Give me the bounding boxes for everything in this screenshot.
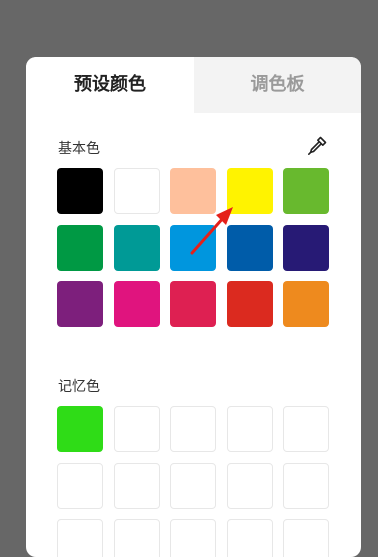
basic-color-swatch[interactable]	[57, 224, 103, 271]
memory-color-swatch-empty[interactable]	[170, 406, 216, 452]
eyedropper-icon	[308, 136, 327, 155]
basic-color-swatch[interactable]	[283, 281, 329, 327]
basic-color-swatch[interactable]	[57, 168, 103, 214]
memory-color-swatch-empty[interactable]	[170, 519, 216, 557]
basic-color-swatch[interactable]	[170, 168, 216, 214]
eyedropper-button[interactable]	[306, 135, 328, 157]
basic-color-swatch[interactable]	[113, 281, 160, 327]
tab-preset-colors[interactable]: 预设颜色	[26, 57, 194, 113]
memory-color-swatch-empty[interactable]	[113, 519, 160, 557]
basic-color-swatch[interactable]	[57, 281, 103, 327]
basic-color-swatch[interactable]	[170, 224, 216, 271]
basic-color-swatch[interactable]	[226, 168, 273, 214]
memory-color-swatch-empty[interactable]	[283, 406, 329, 452]
basic-color-swatch[interactable]	[113, 224, 160, 271]
memory-color-swatch-empty[interactable]	[57, 519, 103, 557]
basic-color-swatch[interactable]	[226, 281, 273, 327]
memory-color-swatch-empty[interactable]	[170, 462, 216, 509]
memory-color-swatch-empty[interactable]	[226, 462, 273, 509]
basic-color-swatch[interactable]	[226, 224, 273, 271]
memory-color-swatch-empty[interactable]	[113, 462, 160, 509]
memory-color-swatch[interactable]	[57, 406, 103, 452]
basic-color-swatch[interactable]	[113, 168, 160, 214]
basic-color-swatch[interactable]	[283, 168, 329, 214]
memory-colors-label: 记忆色	[58, 379, 100, 395]
basic-color-swatch[interactable]	[283, 224, 329, 271]
memory-color-swatch-empty[interactable]	[226, 519, 273, 557]
memory-color-swatch-empty[interactable]	[57, 462, 103, 509]
tab-bar: 预设颜色 调色板	[26, 57, 361, 113]
memory-color-swatch-empty[interactable]	[283, 462, 329, 509]
basic-color-swatch[interactable]	[170, 281, 216, 327]
tab-palette[interactable]: 调色板	[194, 57, 361, 113]
basic-colors-label: 基本色	[58, 141, 100, 157]
memory-color-swatch-empty[interactable]	[113, 406, 160, 452]
color-picker-panel: 预设颜色 调色板 基本色 记忆色	[26, 57, 361, 557]
memory-color-swatch-empty[interactable]	[226, 406, 273, 452]
memory-color-swatch-empty[interactable]	[283, 519, 329, 557]
